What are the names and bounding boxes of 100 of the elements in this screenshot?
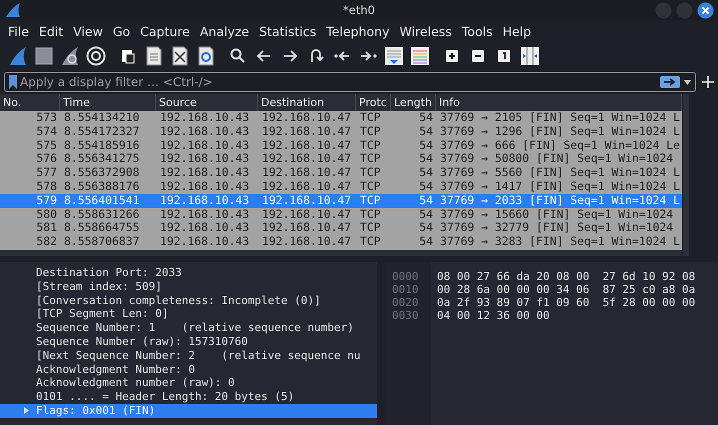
table-cell-text: 192.168.10.43: [159, 124, 250, 139]
settings-icon[interactable]: [86, 46, 106, 66]
table-cell-text: 192.168.10.43: [159, 194, 250, 208]
table-cell-text: 54: [418, 221, 434, 236]
table-cell-text: 8.558631266: [63, 208, 140, 222]
table-cell-text: 575: [35, 138, 58, 152]
table-cell-text: 192.168.10.47: [261, 208, 352, 222]
menu-item[interactable]: Analyze: [194, 24, 254, 38]
expand-arrow-icon[interactable]: [24, 407, 29, 414]
hex-offset: 0000: [391, 270, 420, 283]
scrollbar[interactable]: [683, 94, 689, 256]
detail-row[interactable]: Acknowledgment number (raw): 0: [0, 376, 377, 390]
detail-row[interactable]: 0101 .... = Header Length: 20 bytes (5): [0, 390, 377, 404]
packet-row[interactable]: 581 8.558664755 192.168.10.43 192.168.10.47 TCP 54 37769 → 32779 [FIN] Seq=1 Win=1024: [0, 221, 682, 236]
packet-row[interactable]: 577 8.556372908 192.168.10.43 192.168.10.47 TCP 54 37769 → 5560 [FIN] Seq=1 Win=1024 L: [0, 166, 682, 180]
bookmark-icon[interactable]: [9, 75, 17, 89]
autoscroll-icon[interactable]: [384, 46, 404, 66]
filter-input[interactable]: Apply a display filter … <Ctrl-/>: [20, 75, 657, 89]
detail-row[interactable]: Flags: 0x001 (FIN): [0, 404, 377, 418]
table-cell-text: 582: [35, 235, 58, 249]
menu-item[interactable]: Help: [498, 24, 536, 38]
table-cell-text: TCP: [359, 221, 382, 236]
field-text: Acknowledgment number (raw): 0: [36, 376, 235, 390]
hex-bytes: 08 00 27 66 da 20 08 00 27 6d 10 92 08: [437, 270, 696, 283]
table-cell-text: 54: [418, 166, 434, 180]
detail-row[interactable]: [TCP Segment Len: 0]: [0, 307, 377, 322]
table-cell-text: 580: [35, 208, 58, 222]
table-cell-text: 37769 → 15660 [FIN] Seq=1 Win=1024: [439, 208, 674, 222]
detail-row[interactable]: [Conversation completeness: Incomplete (0)]: [0, 294, 377, 308]
menu-item[interactable]: Capture: [135, 24, 195, 38]
resize-columns-icon[interactable]: [520, 46, 540, 66]
packet-row[interactable]: 580 8.558631266 192.168.10.43 192.168.10.47 TCP 54 37769 → 15660 [FIN] Seq=1 Win=1024: [0, 208, 682, 222]
detail-row[interactable]: Acknowledgment Number: 0: [0, 362, 377, 376]
table-cell-text: 192.168.10.43: [159, 235, 250, 249]
packet-row[interactable]: 578 8.556388176 192.168.10.43 192.168.10.47 TCP 54 37769 → 1417 [FIN] Seq=1 Win=1024 L: [0, 180, 682, 194]
packet-row[interactable]: 579 8.556401541 192.168.10.43 192.168.10.47 TCP 54 37769 → 2033 [FIN] Seq=1 Win=1024 L: [0, 194, 682, 208]
packet-row[interactable]: 576 8.556341275 192.168.10.43 192.168.10.47 TCP 54 37769 → 50800 [FIN] Seq=1 Win=1024: [0, 152, 682, 166]
field-text: 0101 .... = Header Length: 20 bytes (5): [36, 390, 294, 404]
table-cell-text: 37769 → 32779 [FIN] Seq=1 Win=1024: [439, 221, 674, 236]
detail-row[interactable]: [Stream index: 509]: [0, 280, 377, 294]
table-cell-text: 192.168.10.47: [261, 221, 352, 236]
display-filter-field[interactable]: Apply a display filter … <Ctrl-/>: [4, 72, 696, 92]
colored-lines-icon[interactable]: [410, 46, 430, 66]
table-cell-text: 192.168.10.43: [159, 208, 250, 222]
add-icon[interactable]: [702, 76, 714, 88]
close-file-icon[interactable]: [170, 46, 190, 66]
table-cell-text: 576: [35, 152, 58, 166]
field-text: [Conversation completeness: Incomplete (0)]: [36, 294, 321, 308]
table-cell-text: 8.554172327: [63, 124, 140, 139]
detail-row[interactable]: Sequence Number (raw): 157310760: [0, 334, 377, 349]
table-cell-text: 37769 → 1296 [FIN] Seq=1 Win=1024 L: [439, 124, 682, 139]
table-cell-text: 37769 → 1417 [FIN] Seq=1 Win=1024 L: [439, 180, 682, 194]
detail-row[interactable]: Destination Port: 2033: [0, 266, 377, 280]
window-title: *eth0: [343, 3, 375, 17]
table-cell-text: 8.558664755: [63, 221, 140, 236]
close-icon[interactable]: [697, 2, 714, 18]
hex-offset: 0020: [391, 296, 420, 309]
table-cell-text: 8.556341275: [63, 152, 140, 166]
table-cell-text: 192.168.10.47: [261, 124, 352, 139]
menu-item[interactable]: Edit: [34, 24, 68, 38]
field-text: Destination Port: 2033: [36, 266, 182, 280]
menu-item[interactable]: Wireless: [394, 24, 457, 38]
packet-row[interactable]: 582 8.558706837 192.168.10.43 192.168.10.47 TCP 54 37769 → 3283 [FIN] Seq=1 Win=1024 L: [0, 235, 682, 249]
packet-row[interactable]: 574 8.554172327 192.168.10.43 192.168.10.47 TCP 54 37769 → 1296 [FIN] Seq=1 Win=1024 L: [0, 124, 682, 139]
table-cell-text: 574: [35, 124, 58, 139]
table-cell-text: TCP: [359, 235, 382, 249]
hex-bytes: 0a 2f 93 89 07 f1 09 60 5f 28 00 00 00: [437, 296, 696, 309]
table-cell-text: 192.168.10.47: [261, 166, 352, 180]
table-cell-text: 192.168.10.47: [261, 235, 352, 249]
table-cell-text: 54: [418, 180, 434, 194]
menu-item[interactable]: Statistics: [254, 24, 322, 38]
table-cell-text: TCP: [359, 138, 382, 152]
hex-offset: 0010: [391, 283, 420, 296]
table-cell-text: 37769 → 2033 [FIN] Seq=1 Win=1024 L: [439, 194, 682, 208]
reload-file-icon[interactable]: [196, 46, 216, 66]
table-cell-text: 54: [418, 208, 434, 222]
table-cell-text: 8.554185916: [63, 138, 140, 152]
table-cell-text: 54: [418, 194, 434, 208]
menu-item[interactable]: Tools: [456, 24, 498, 38]
menu-item[interactable]: Telephony: [321, 24, 394, 38]
table-cell-text: 192.168.10.47: [261, 180, 352, 194]
table-cell-text: 578: [35, 180, 58, 194]
stop-icon[interactable]: [34, 46, 54, 66]
table-cell-text: 54: [418, 152, 434, 166]
dropdown-caret-icon[interactable]: [684, 80, 691, 84]
table-cell-text: 192.168.10.43: [159, 180, 250, 194]
table-cell-text: TCP: [359, 111, 382, 125]
menu-item[interactable]: Go: [108, 24, 136, 38]
menu-item[interactable]: File: [3, 24, 34, 38]
table-cell-text: 192.168.10.47: [261, 111, 352, 125]
table-cell-text: 577: [35, 166, 58, 180]
table-cell-text: TCP: [359, 208, 382, 222]
packet-row[interactable]: 573 8.554134210 192.168.10.43 192.168.10.47 TCP 54 37769 → 2105 [FIN] Seq=1 Win=1024 L: [0, 111, 682, 125]
detail-row[interactable]: Sequence Number: 1 (relative sequence number): [0, 321, 377, 335]
document-icon[interactable]: [144, 46, 164, 66]
packet-row[interactable]: 575 8.554185916 192.168.10.43 192.168.10.47 TCP 54 37769 → 666 [FIN] Seq=1 Win=1024 Le: [0, 138, 682, 152]
field-text: Flags: 0x001 (FIN): [36, 404, 156, 418]
menu-item[interactable]: View: [68, 24, 108, 38]
shark-fin-icon[interactable]: [60, 46, 80, 66]
table-cell-text: 37769 → 50800 [FIN] Seq=1 Win=1024: [439, 152, 674, 166]
